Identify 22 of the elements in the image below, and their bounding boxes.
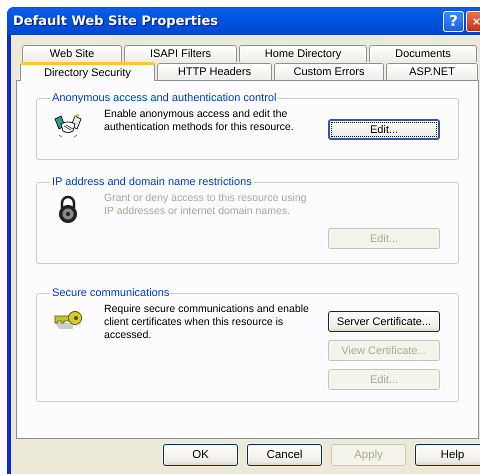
group-description: Require secure communications and enable client certificates when this resource is accessed. <box>104 303 310 342</box>
group-description: Enable anonymous access and edit the authentication methods for this resource. <box>104 108 295 134</box>
tab[interactable]: Directory Security <box>20 62 155 81</box>
group-title: IP address and domain name restrictions <box>51 176 253 188</box>
tab[interactable]: HTTP Headers <box>157 63 272 80</box>
dialog-button[interactable]: Help <box>415 444 480 466</box>
dialog-button[interactable]: Edit... <box>328 119 440 140</box>
tab[interactable]: Web Site <box>22 45 122 62</box>
dialog-button[interactable]: OK <box>163 444 238 466</box>
window-title: Default Web Site Properties <box>12 14 220 28</box>
group-description: Grant or deny access to this resource using IP addresses or internet domain names. <box>104 192 308 218</box>
group-title: Anonymous access and authentication control <box>51 92 278 104</box>
tab[interactable]: Documents <box>369 45 477 62</box>
tab[interactable]: Home Directory <box>239 45 367 62</box>
dialog-button[interactable]: Cancel <box>247 444 322 466</box>
close-icon <box>473 16 480 26</box>
help-button[interactable]: ? <box>443 10 464 32</box>
tab[interactable]: ASP.NET <box>386 63 478 80</box>
dialog-button[interactable]: Server Certificate... <box>328 311 440 332</box>
tab[interactable]: Custom Errors <box>274 63 384 80</box>
group-title: Secure communications <box>51 287 170 299</box>
tab[interactable]: ISAPI Filters <box>124 45 237 62</box>
